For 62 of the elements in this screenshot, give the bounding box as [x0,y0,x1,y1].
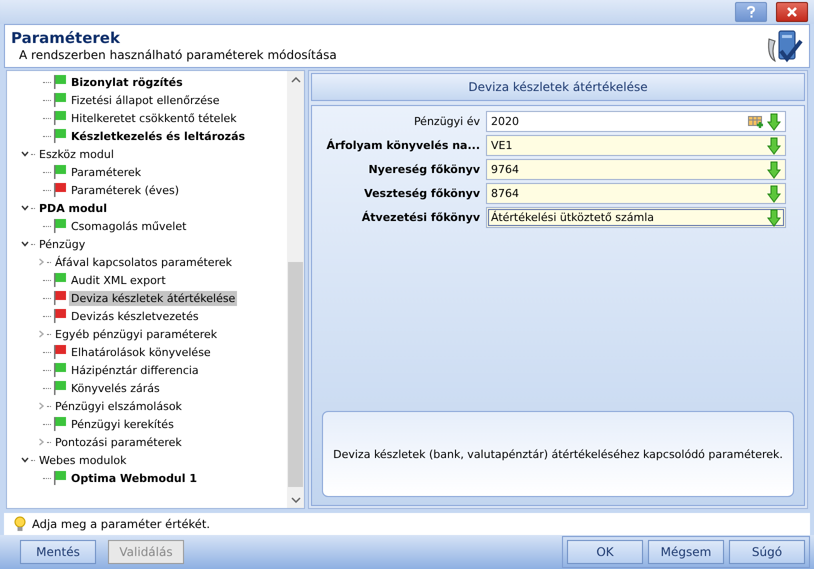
tree-group[interactable]: Webes modulok [37,452,129,468]
tree-item[interactable]: Bizonylat rögzítés [69,74,185,90]
table-add-icon[interactable] [748,114,764,128]
down-arrow-icon[interactable] [767,160,781,178]
window-subtitle: A rendszerben használható paraméterek módosítása [18,47,337,63]
input-field[interactable]: Átértékelési ütköztető számla [486,207,786,228]
description-text: Deviza készletek (bank, valutapénztár) átértékeléséhez kapcsolódó paraméterek. [333,448,783,460]
close-button[interactable] [776,2,808,22]
field-label: Árfolyam könyvelés na... [325,139,480,152]
down-arrow-icon[interactable] [767,136,781,154]
tree-item[interactable]: Paraméterek [69,164,144,180]
chevron-down-icon[interactable] [21,456,29,464]
question-mark-icon [746,6,756,18]
chevron-down-icon[interactable] [21,204,29,212]
panel-title: Deviza készletek átértékelése [468,80,648,94]
tree-group[interactable]: Eszköz modul [37,146,116,162]
field-label: Veszteség főkönyv [363,187,480,200]
chevron-down-icon[interactable] [21,150,29,158]
help-button[interactable] [735,2,767,22]
chevron-right-icon[interactable] [37,438,45,446]
close-icon [786,6,798,18]
tree-item[interactable]: Csomagolás művelet [69,218,188,234]
tree-item[interactable]: Deviza készletek átértékelése [69,290,238,306]
tree-group[interactable]: Pénzügyi elszámolások [53,398,184,414]
input-field[interactable]: 9764 [486,159,786,180]
tree-group[interactable]: Egyéb pénzügyi paraméterek [53,326,220,342]
chevron-right-icon[interactable] [37,330,45,338]
window-title: Paraméterek [11,29,121,47]
tree-group[interactable]: Pontozási paraméterek [53,434,184,450]
field-label: Pénzügyi év [412,115,480,128]
field-label: Átvezetési főkönyv [360,211,480,224]
input-field[interactable]: 8764 [486,183,786,204]
tree-item[interactable]: Házipénztár differencia [69,362,201,378]
chevron-right-icon[interactable] [37,258,45,266]
dialog-button[interactable]: Mégsem [648,540,724,564]
status-text: Adja meg a paraméter értékét. [32,517,210,531]
tree-item[interactable]: Pénzügyi kerekítés [69,416,176,432]
tree-item[interactable]: Fizetési állapot ellenőrzése [69,92,222,108]
tree-item[interactable]: Paraméterek (éves) [69,182,181,198]
input-field[interactable]: 2020 [486,111,786,132]
chevron-down-icon[interactable] [21,240,29,248]
chevron-right-icon[interactable] [37,402,45,410]
tree-item[interactable]: Audit XML export [69,272,168,288]
scrollbar[interactable] [287,71,304,508]
tree-item[interactable]: Optima Webmodul 1 [69,470,200,486]
field-label: Nyereség főkönyv [367,163,480,176]
dialog-button[interactable]: Súgó [729,540,805,564]
lightbulb-icon [14,516,26,532]
down-arrow-icon[interactable] [767,208,781,226]
tree-group[interactable]: PDA modul [37,200,110,216]
tree-group[interactable]: Áfával kapcsolatos paraméterek [53,254,234,270]
down-arrow-icon[interactable] [767,112,781,130]
down-arrow-icon[interactable] [767,184,781,202]
tree-item[interactable]: Elhatárolások könyvelése [69,344,213,360]
input-field[interactable]: VE1 [486,135,786,156]
tree-item[interactable]: Könyvelés zárás [69,380,162,396]
dialog-button[interactable]: Mentés [20,540,96,564]
dialog-button[interactable]: OK [567,540,643,564]
tree-item[interactable]: Hitelkeretet csökkentő tételek [69,110,239,126]
tree-item[interactable]: Készletkezelés és leltározás [69,128,248,144]
tree-item[interactable]: Devizás készletvezetés [69,308,201,324]
tree-group[interactable]: Pénzügy [37,236,88,252]
